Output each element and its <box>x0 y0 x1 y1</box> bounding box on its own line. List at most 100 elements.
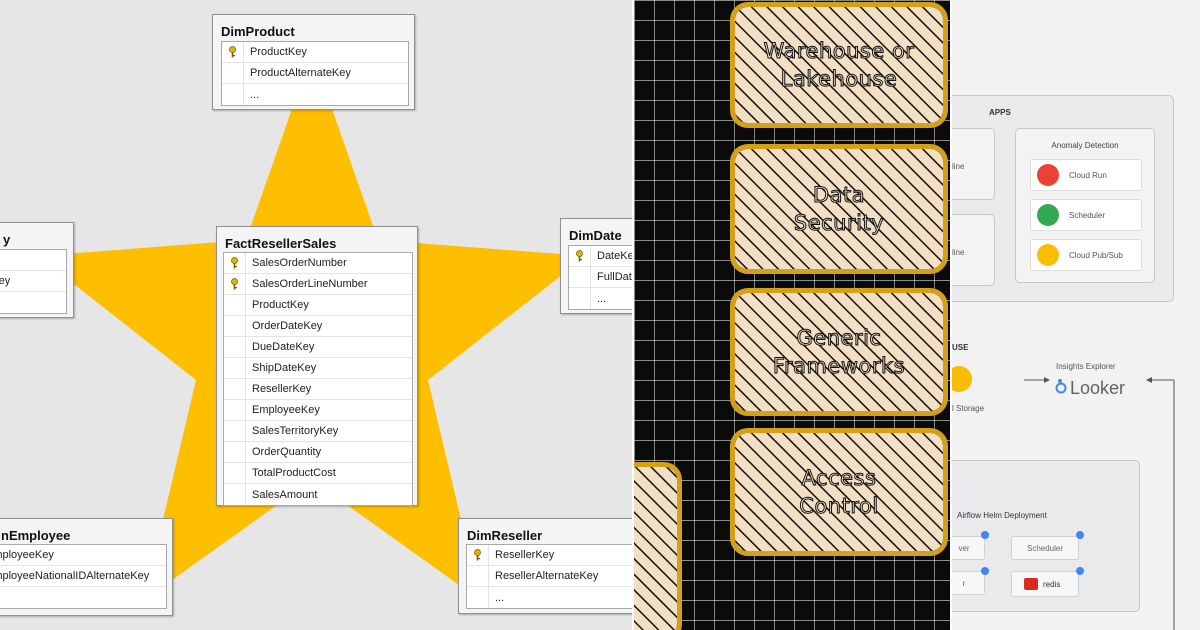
airflow-container: Airflow Helm Deployment ver Scheduler r … <box>952 460 1140 612</box>
row-selector <box>224 442 246 462</box>
table-row[interactable]: ... <box>222 84 408 105</box>
airflow-redis[interactable]: redis <box>1011 571 1079 597</box>
row-selector <box>569 288 591 309</box>
table-row[interactable]: ResellerKey <box>467 545 632 566</box>
key-icon <box>467 545 489 565</box>
row-selector <box>224 316 246 336</box>
sketch-box-warehouse[interactable]: Warehouse or Lakehouse <box>730 2 948 128</box>
table-dimreseller[interactable]: DimReseller ResellerKey ResellerAlternate… <box>458 518 632 614</box>
pubsub-icon <box>1037 244 1059 266</box>
airflow-webserver-partial[interactable]: ver <box>952 536 985 560</box>
table-row[interactable]: ateKey <box>0 271 66 292</box>
column-name: DateKey <box>597 250 632 262</box>
gcp-architecture-panel: APPS line line Anomaly Detection Cloud R… <box>952 0 1200 630</box>
table-rows: EmployeeKey EmployeeNationalIDAlternateKe… <box>0 544 167 609</box>
sketch-box-data-security[interactable]: Data Security <box>730 144 948 274</box>
sketch-diagram-panel: Warehouse or Lakehouse Data Security Gen… <box>634 0 950 630</box>
looker-logo-icon <box>1054 378 1068 394</box>
table-title: nEmployee <box>1 528 71 543</box>
table-row[interactable]: DateKey <box>569 246 632 267</box>
table-row[interactable]: DueDateKey <box>224 337 412 358</box>
info-dot-icon <box>981 531 989 539</box>
table-title: DimDate <box>569 228 622 243</box>
table-row[interactable]: EmployeeKey <box>224 400 412 421</box>
row-selector <box>569 267 591 287</box>
column-name: OrderDateKey <box>252 320 323 332</box>
column-name: ... <box>597 292 607 305</box>
app-label: line <box>952 248 965 257</box>
table-row[interactable]: ... <box>467 587 632 608</box>
table-row[interactable]: TotalProductCost <box>224 463 412 484</box>
table-row[interactable]: ShipDateKey <box>224 358 412 379</box>
table-title: DimReseller <box>467 528 543 543</box>
service-scheduler[interactable]: Scheduler <box>1030 199 1142 231</box>
column-name: ProductKey <box>252 299 309 311</box>
table-row[interactable]: FullDate <box>569 267 632 288</box>
row-selector <box>224 337 246 357</box>
table-row[interactable]: ResellerKey <box>224 379 412 400</box>
table-title: y <box>3 232 11 247</box>
app-box-partial[interactable]: line <box>952 214 995 286</box>
anomaly-title: Anomaly Detection <box>1051 141 1119 150</box>
column-name: EmployeeKey <box>252 404 320 416</box>
table-row[interactable]: ResellerAlternateKey <box>467 566 632 587</box>
airflow-worker-partial[interactable]: r <box>952 571 985 595</box>
table-dimemployee[interactable]: nEmployee EmployeeKey EmployeeNationalIDA… <box>0 518 173 616</box>
sketch-box-label: Warehouse or Lakehouse <box>763 39 915 92</box>
sketch-box-partial[interactable] <box>634 462 682 630</box>
sketch-box-generic-frameworks[interactable]: Generic Frameworks <box>730 288 948 416</box>
sketch-box-label: Generic Frameworks <box>772 326 906 379</box>
table-rows: ProductKey ProductAlternateKey... <box>221 41 409 106</box>
table-row[interactable]: SalesOrderNumber <box>224 253 412 274</box>
service-cloud-run[interactable]: Cloud Run <box>1030 159 1142 191</box>
table-dimproduct[interactable]: DimProduct ProductKey ProductAlternateKey… <box>212 14 415 110</box>
table-title: FactResellerSales <box>225 236 337 251</box>
button-label: redis <box>1043 579 1061 589</box>
service-label: Scheduler <box>1069 210 1106 220</box>
table-row[interactable]: SalesAmount <box>224 484 412 505</box>
sketch-box-access-control[interactable]: Access Control <box>730 428 948 556</box>
column-name: ateKey <box>0 275 11 287</box>
column-name: ShipDateKey <box>252 362 317 374</box>
key-icon <box>222 42 244 62</box>
column-name: ResellerKey <box>252 383 312 395</box>
table-row[interactable]: OrderQuantity <box>224 442 412 463</box>
app-label: line <box>952 162 965 171</box>
looker-label[interactable]: Looker <box>1070 378 1125 399</box>
table-row[interactable]: SalesOrderLineNumber <box>224 274 412 295</box>
table-rows: SalesOrderNumber SalesOrderLineNumber Prod… <box>223 252 413 506</box>
table-row[interactable]: ... <box>0 587 166 608</box>
column-name: ... <box>495 591 505 604</box>
table-factresellersales[interactable]: FactResellerSales SalesOrderNumber SalesO… <box>216 226 418 506</box>
insights-explorer-label: Insights Explorer <box>1056 362 1116 371</box>
table-row[interactable] <box>0 292 66 313</box>
column-name: ProductAlternateKey <box>250 67 351 79</box>
anomaly-detection-box[interactable]: Anomaly Detection Cloud Run Scheduler Cl… <box>1015 128 1155 283</box>
row-selector <box>224 421 246 441</box>
row-selector <box>224 484 246 505</box>
row-selector <box>224 400 246 420</box>
airflow-scheduler[interactable]: Scheduler <box>1011 536 1079 560</box>
table-row[interactable]: SalesTerritoryKey <box>224 421 412 442</box>
table-row[interactable]: ProductAlternateKey <box>222 63 408 84</box>
button-label: Scheduler <box>1026 543 1064 553</box>
table-row[interactable]: EmployeeKey <box>0 545 166 566</box>
row-selector <box>224 358 246 378</box>
storage-label: l Storage <box>952 404 985 413</box>
column-name: SalesAmount <box>252 488 318 501</box>
redis-icon <box>1024 578 1038 590</box>
key-icon <box>569 246 591 266</box>
app-box-partial[interactable]: line <box>952 128 995 200</box>
column-name: SalesOrderLineNumber <box>252 278 368 290</box>
table-row[interactable]: ProductKey <box>224 295 412 316</box>
table-row[interactable]: ProductKey <box>222 42 408 63</box>
table-row[interactable]: EmployeeNationalIDAlternateKey <box>0 566 166 587</box>
table-row[interactable]: ... <box>569 288 632 309</box>
table-row[interactable]: OrderDateKey <box>224 316 412 337</box>
table-dimdate-partial-left[interactable]: y ateKey <box>0 222 74 318</box>
table-dimdate[interactable]: DimDate DateKey FullDate... <box>560 218 632 314</box>
table-row[interactable] <box>0 250 66 271</box>
star-schema-panel: DimProduct ProductKey ProductAlternateKey… <box>0 0 632 630</box>
column-name: FullDate <box>597 271 632 283</box>
service-pubsub[interactable]: Cloud Pub/Sub <box>1030 239 1142 271</box>
